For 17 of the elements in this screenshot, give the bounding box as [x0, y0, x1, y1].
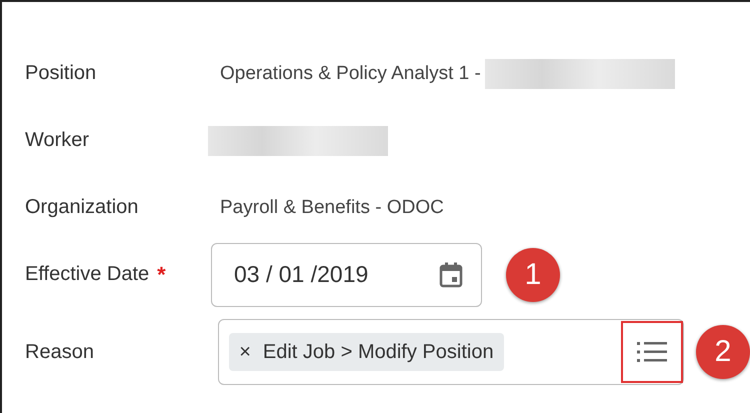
required-mark: *: [157, 262, 166, 288]
list-prompt-button[interactable]: [621, 321, 683, 383]
field-value: Payroll & Benefits - ODOC: [220, 196, 444, 218]
selected-chip[interactable]: × Edit Job > Modify Position: [229, 333, 504, 371]
remove-icon[interactable]: ×: [239, 340, 251, 364]
field-label: Worker: [25, 129, 90, 152]
reason-field[interactable]: × Edit Job > Modify Position: [218, 319, 684, 385]
field-value: Operations & Policy Analyst 1 -: [220, 62, 481, 84]
callout-badge: 2: [696, 325, 750, 379]
callout-badge: 1: [506, 248, 560, 302]
field-label: Organization: [25, 196, 138, 219]
field-label: Reason: [25, 340, 94, 364]
list-icon: [637, 341, 667, 363]
field-label: Position: [25, 62, 96, 85]
calendar-icon[interactable]: [439, 262, 463, 288]
date-field[interactable]: 03 / 01 /2019: [211, 242, 482, 306]
field-label: Effective Date: [25, 263, 150, 286]
